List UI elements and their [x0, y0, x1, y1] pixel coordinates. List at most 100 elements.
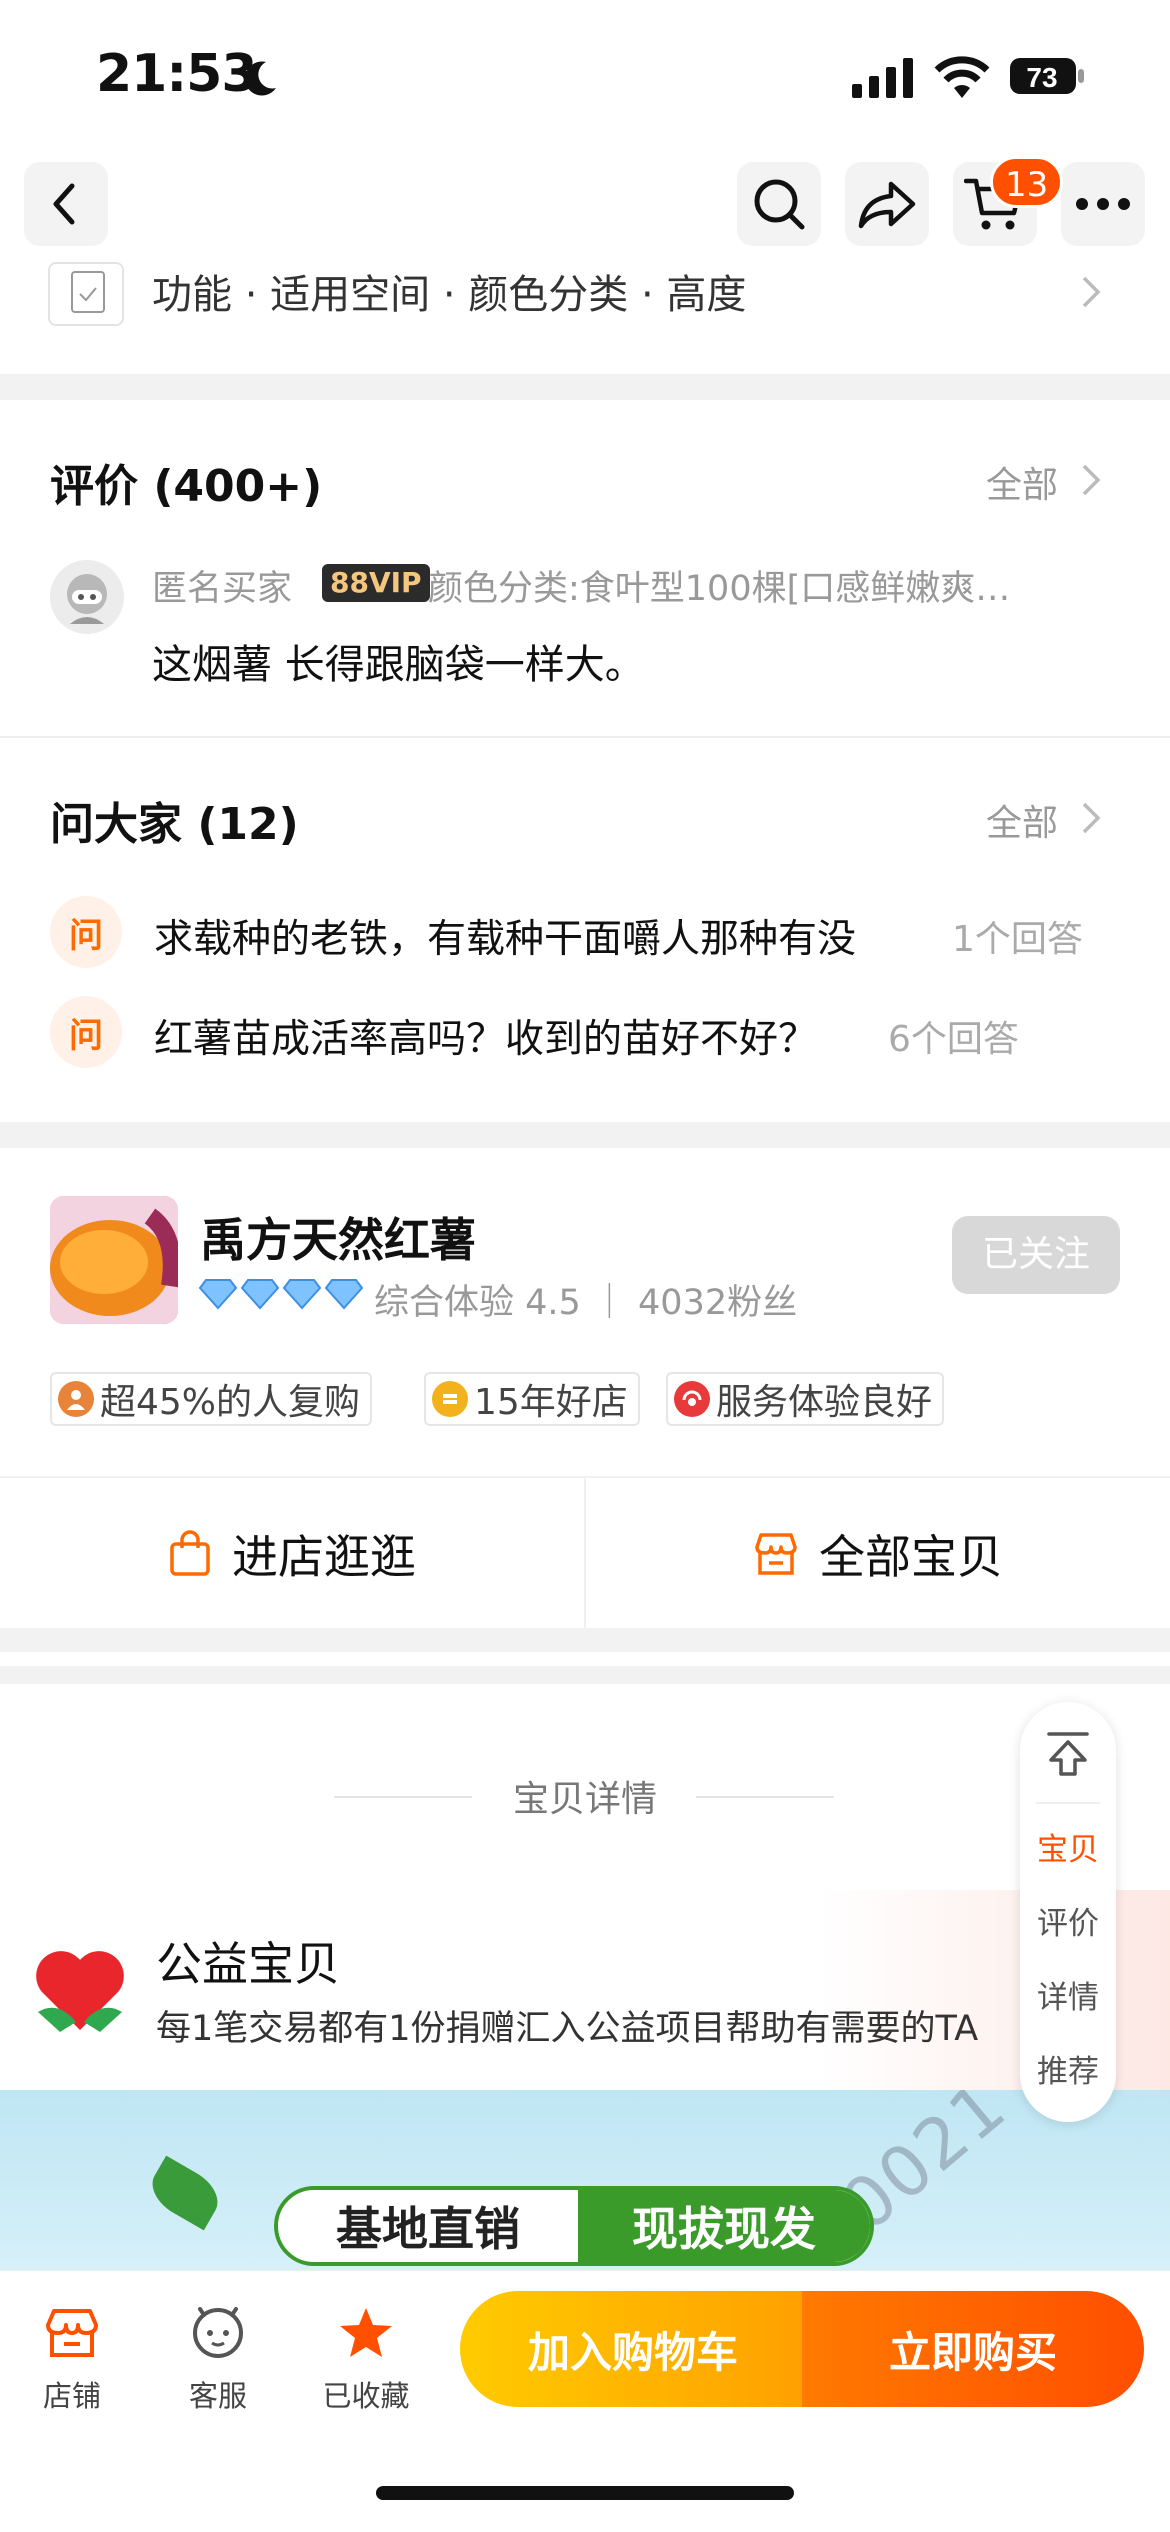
question-icon: 问: [50, 996, 122, 1068]
anchor-item[interactable]: 详情: [1020, 1972, 1116, 2017]
all-items-button[interactable]: 全部宝贝: [586, 1478, 1170, 1630]
star-icon: [340, 2308, 392, 2357]
search-button[interactable]: [737, 162, 821, 246]
share-button[interactable]: [845, 162, 929, 246]
shop-logo[interactable]: [50, 1196, 178, 1324]
reviews-more-label: 全部: [985, 465, 1058, 506]
detail-header: 宝贝详情: [512, 1779, 657, 1820]
side-anchor-nav: 宝贝 评价 详情 推荐: [1020, 1702, 1116, 2122]
anchor-item[interactable]: 宝贝: [1020, 1824, 1116, 1869]
shop-tag: 服务体验良好: [666, 1372, 945, 1426]
status-bar: 21:53 73: [0, 0, 1170, 150]
chevron-right-icon: [1082, 802, 1101, 834]
tab-store[interactable]: 店铺: [12, 2301, 132, 2415]
buy-now-button[interactable]: 立即购买: [802, 2291, 1144, 2407]
qa-title: 问大家 (12): [50, 799, 299, 850]
diamond-icon: [282, 1279, 322, 1310]
store-icon: [46, 2309, 98, 2357]
back-button[interactable]: [24, 162, 108, 246]
shop-actions: 进店逛逛 全部宝贝: [0, 1476, 1170, 1630]
chevron-right-icon: [1082, 464, 1101, 496]
qa-answer-count: 1个回答: [952, 919, 1083, 960]
qa-question[interactable]: 红薯苗成活率高吗？收到的苗好不好？: [154, 1008, 817, 1064]
wifi-icon: [934, 56, 990, 98]
shop-tag-label: 超45%的人复购: [100, 1382, 361, 1423]
qa-more-label: 全部: [985, 803, 1058, 844]
divider: [1036, 1802, 1100, 1804]
shop-name[interactable]: 禹方天然红薯: [200, 1204, 476, 1270]
shop-tag: 15年好店: [424, 1372, 640, 1426]
params-row[interactable]: 功能 · 适用空间 · 颜色分类 · 高度: [0, 262, 1170, 374]
reviews-title: 评价 (400+): [50, 461, 323, 512]
battery-level: 73: [1026, 62, 1057, 93]
shop-tag: 超45%的人复购: [50, 1372, 373, 1426]
reviews-more-link[interactable]: 全部: [986, 456, 1058, 508]
battery-icon: 73: [1010, 58, 1084, 94]
banner-label-right: 现拔现发: [578, 2190, 870, 2262]
shop-tag-label: 15年好店: [474, 1382, 628, 1423]
moon-icon: [244, 61, 276, 96]
avatar: [50, 560, 124, 634]
enter-store-label: 进店逛逛: [232, 1530, 416, 1584]
enter-store-button[interactable]: 进店逛逛: [0, 1478, 584, 1630]
tab-label: 已收藏: [322, 2379, 410, 2413]
qa-answer-count: 6个回答: [888, 1019, 1019, 1060]
section-divider: [0, 1122, 1170, 1148]
params-text: 功能 · 适用空间 · 颜色分类 · 高度: [152, 272, 747, 318]
chat-bot-icon: [193, 2307, 243, 2358]
anchor-item[interactable]: 评价: [1020, 1898, 1116, 1943]
bag-icon: [170, 1530, 210, 1576]
charity-description: 每1笔交易都有1份捐赠汇入公益项目帮助有需要的TA: [156, 2009, 979, 2049]
store-years-icon: [432, 1381, 468, 1417]
leaf-icon: [143, 2155, 227, 2231]
review-text[interactable]: 这烟薯 长得跟脑袋一样大。: [152, 632, 645, 690]
review-username: 匿名买家: [152, 569, 293, 609]
person-icon: [58, 1381, 94, 1417]
question-icon: 问: [50, 896, 122, 968]
banner-pill: 基地直销 现拔现发: [274, 2186, 874, 2266]
anchor-item[interactable]: 推荐: [1020, 2046, 1116, 2091]
diamond-icon: [240, 1279, 280, 1310]
chevron-right-icon: [1082, 276, 1101, 308]
tab-label: 店铺: [42, 2379, 101, 2413]
qa-question[interactable]: 求载种的老铁，有载种干面嚼人那种有没: [154, 908, 856, 964]
share-icon: [858, 181, 916, 229]
qa-more-link[interactable]: 全部: [986, 794, 1058, 846]
service-icon: [674, 1381, 710, 1417]
status-time: 21:53: [96, 44, 258, 104]
section-divider: [0, 1666, 1170, 1684]
all-items-label: 全部宝贝: [819, 1530, 1003, 1584]
shop-rating-diamonds: [198, 1278, 364, 1310]
store-icon: [755, 1533, 797, 1575]
follow-button[interactable]: 已关注: [952, 1216, 1120, 1294]
diamond-icon: [324, 1279, 364, 1310]
charity-banner[interactable]: 公益宝贝 每1笔交易都有1份捐赠汇入公益项目帮助有需要的TA: [0, 1890, 1170, 2090]
search-icon: [754, 179, 805, 230]
section-divider: [0, 374, 1170, 400]
diamond-icon: [198, 1279, 238, 1310]
scroll-top-button[interactable]: [1020, 1718, 1116, 1790]
chevron-left-icon: [53, 183, 75, 225]
vip-badge: 88VIP: [322, 564, 430, 602]
section-divider: [0, 1628, 1170, 1652]
charity-title: 公益宝贝: [156, 1937, 340, 1991]
cart-count-badge: 13: [990, 156, 1064, 208]
signal-icon: [852, 58, 913, 98]
shop-stats: 综合体验 4.5 ｜ 4032粉丝: [374, 1283, 798, 1323]
add-to-cart-button[interactable]: 加入购物车: [460, 2291, 806, 2407]
home-indicator: [376, 2486, 794, 2500]
review-spec: 颜色分类:食叶型100棵[口感鲜嫩爽…: [428, 569, 1011, 609]
shop-tag-label: 服务体验良好: [716, 1382, 933, 1423]
more-icon: [1076, 198, 1130, 210]
charity-heart-icon: [36, 1951, 124, 2032]
spacer: [0, 1652, 1170, 1666]
tab-favorited[interactable]: 已收藏: [306, 2301, 426, 2415]
tab-label: 客服: [188, 2379, 247, 2413]
banner-label-left: 基地直销: [336, 2202, 520, 2256]
tab-customer-service[interactable]: 客服: [158, 2301, 278, 2415]
clipboard-icon: [48, 262, 124, 326]
more-button[interactable]: [1061, 162, 1145, 246]
product-banner: 80021 基地直销 现拔现发: [0, 2090, 1170, 2270]
arrow-up-icon: [1047, 1732, 1089, 1776]
divider: [696, 1796, 834, 1798]
